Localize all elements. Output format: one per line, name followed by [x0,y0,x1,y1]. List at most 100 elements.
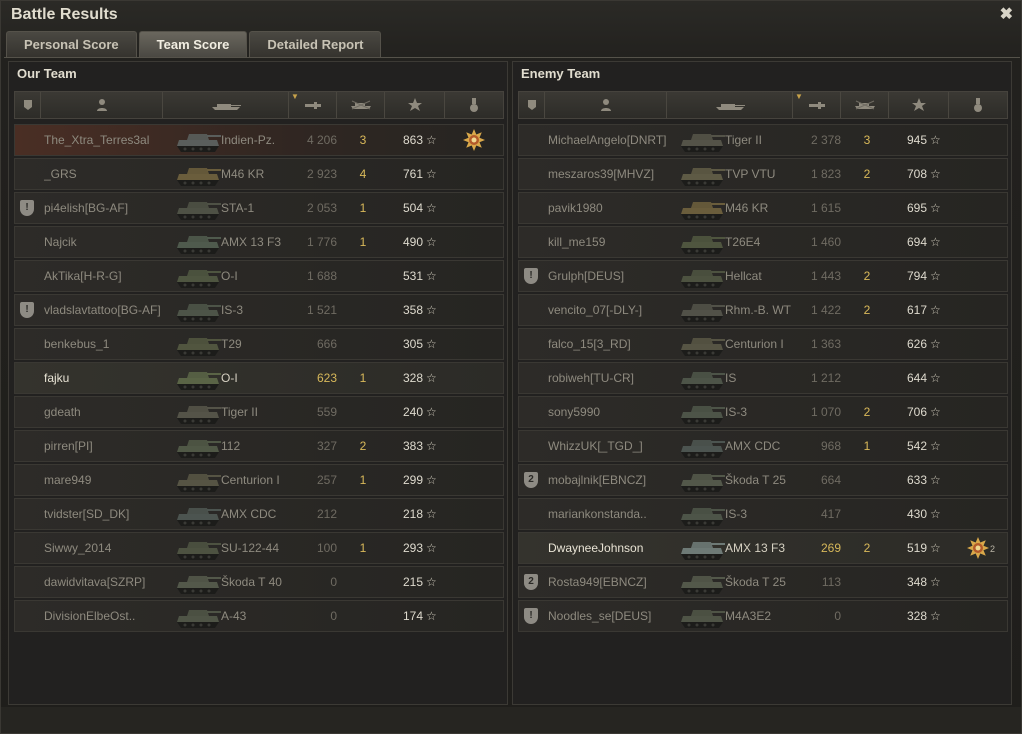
kills-value: 1 [359,473,367,487]
our-kills-column-header[interactable] [337,92,385,118]
damage-value: 327 [316,439,337,453]
xp-star-icon: ☆ [930,133,941,147]
player-row[interactable]: DivisionElbeOst.. A-43 0 174 ☆ [14,600,504,632]
xp-value: 240 [402,405,423,419]
player-name: _GRS [44,167,77,181]
player-row[interactable]: robiweh[TU-CR] IS 1 212 644 ☆ [518,362,1008,394]
xp-star-icon: ☆ [930,439,941,453]
tank-icon [677,433,727,459]
enemy-team-list: MichaelAngelo[DNRT] Tiger II 2 378 3 945 ☆ mes… [518,124,1008,634]
vehicle-name: T26E4 [725,235,761,249]
player-row[interactable]: ! Grulph[DEUS] Hellcat 1 443 2 794 ☆ [518,260,1008,292]
enemy-xp-column-header[interactable] [889,92,949,118]
damage-value: 0 [834,609,841,623]
player-name: tvidster[SD_DK] [44,507,130,521]
damage-value: 1 615 [810,201,841,215]
enemy-team-panel: Enemy Team ▼ MichaelAngelo[DNRT] Tiger II… [512,61,1012,705]
sort-caret-icon: ▼ [291,92,299,101]
player-row[interactable]: tvidster[SD_DK] AMX CDC 212 218 ☆ [14,498,504,530]
player-row[interactable]: meszaros39[MHVZ] TVP VTU 1 823 2 708 ☆ [518,158,1008,190]
vehicle-name: O-I [221,371,238,385]
clan-rank-badge-icon: 2 [524,574,538,590]
player-row[interactable]: _GRS M46 KR 2 923 4 761 ☆ [14,158,504,190]
tab-detailed-report[interactable]: Detailed Report [249,31,382,57]
damage-value: 1 443 [810,269,841,283]
player-name: The_Xtra_Terres3al [44,133,150,147]
tank-icon [677,535,727,561]
vehicle-name: Tiger II [221,405,258,419]
player-row[interactable]: kill_me159 T26E4 1 460 694 ☆ [518,226,1008,258]
player-row[interactable]: ! vladslavtattoo[BG-AF] IS-3 1 521 358 ☆ [14,294,504,326]
close-icon[interactable]: ✖ [1000,4,1013,24]
player-row[interactable]: WhizzUK[_TGD_] AMX CDC 968 1 542 ☆ [518,430,1008,462]
player-row[interactable]: sony5990 IS-3 1 070 2 706 ☆ [518,396,1008,428]
player-row[interactable]: Siwwy_2014 SU-122-44 100 1 293 ☆ [14,532,504,564]
our-team-header: ▼ [14,91,504,119]
medal-column-icon [974,98,982,112]
our-vehicle-column-header[interactable] [163,92,289,118]
player-name: Rosta949[EBNCZ] [548,575,647,589]
kills-value: 3 [359,133,367,147]
player-row[interactable]: pavik1980 M46 KR 1 615 695 ☆ [518,192,1008,224]
damage-value: 4 206 [306,133,337,147]
player-row[interactable]: fajku O-I 623 1 328 ☆ [14,362,504,394]
xp-star-icon: ☆ [426,133,437,147]
enemy-medal-column-header[interactable] [949,92,1007,118]
damage-column-icon [304,102,321,109]
xp-star-icon: ☆ [930,541,941,555]
vehicle-name: M46 KR [221,167,265,181]
tab-team-score[interactable]: Team Score [138,31,248,57]
player-row[interactable]: The_Xtra_Terres3al Indien-Pz. 4 206 3 863 ☆ [14,124,504,156]
tank-icon [173,297,223,323]
battle-results-window: Battle Results ✖ Personal Score Team Sco… [0,0,1022,734]
player-row[interactable]: DwayneeJohnson AMX 13 F3 269 2 519 ☆ 2 [518,532,1008,564]
kills-value: 2 [863,405,871,419]
player-row[interactable]: dawidvitava[SZRP] Škoda T 40 0 215 ☆ [14,566,504,598]
player-row[interactable]: AkTika[H-R-G] O-I 1 688 531 ☆ [14,260,504,292]
tank-icon [173,467,223,493]
player-row[interactable]: ! pi4elish[BG-AF] STA-1 2 053 1 504 ☆ [14,192,504,224]
damage-value: 1 688 [306,269,337,283]
enemy-badge-column-header[interactable] [519,92,545,118]
xp-value: 794 [906,269,927,283]
vehicle-name: Indien-Pz. [221,133,276,147]
tab-personal-score[interactable]: Personal Score [6,31,137,57]
player-row[interactable]: 2 Rosta949[EBNCZ] Škoda T 25 113 348 ☆ [518,566,1008,598]
our-team-title: Our Team [17,66,77,81]
player-name: pirren[PI] [44,439,93,453]
player-row[interactable]: benkebus_1 T29 666 305 ☆ [14,328,504,360]
player-row[interactable]: mariankonstanda.. IS-3 417 430 ☆ [518,498,1008,530]
player-row[interactable]: 2 mobajlnik[EBNCZ] Škoda T 25 664 633 ☆ [518,464,1008,496]
xp-value: 490 [402,235,423,249]
player-row[interactable]: vencito_07[-DLY-] Rhm.-B. WT 1 422 2 617 ☆ [518,294,1008,326]
our-xp-column-header[interactable] [385,92,445,118]
xp-star-icon: ☆ [930,575,941,589]
player-row[interactable]: mare949 Centurion I 257 1 299 ☆ [14,464,504,496]
xp-star-icon: ☆ [426,473,437,487]
player-row[interactable]: pirren[PI] 112 327 2 383 ☆ [14,430,504,462]
enemy-vehicle-column-header[interactable] [667,92,793,118]
our-medal-column-header[interactable] [445,92,503,118]
tank-icon [173,263,223,289]
player-row[interactable]: MichaelAngelo[DNRT] Tiger II 2 378 3 945 ☆ [518,124,1008,156]
player-row[interactable]: ! Noodles_se[DEUS] M4A3E2 0 328 ☆ [518,600,1008,632]
ace-tanker-medal-icon[interactable] [966,536,990,560]
xp-value: 708 [906,167,927,181]
tank-icon [677,365,727,391]
enemy-kills-column-header[interactable] [841,92,889,118]
kills-value: 2 [359,439,367,453]
xp-star-icon: ☆ [930,337,941,351]
our-player-column-header[interactable] [41,92,163,118]
player-row[interactable]: Najcik AMX 13 F3 1 776 1 490 ☆ [14,226,504,258]
vehicle-name: Centurion I [221,473,280,487]
our-badge-column-header[interactable] [15,92,41,118]
player-row[interactable]: gdeath Tiger II 559 240 ☆ [14,396,504,428]
enemy-damage-column-header[interactable]: ▼ [793,92,841,118]
player-name: AkTika[H-R-G] [44,269,122,283]
player-row[interactable]: falco_15[3_RD] Centurion I 1 363 626 ☆ [518,328,1008,360]
xp-value: 430 [906,507,927,521]
player-column-icon [600,99,611,111]
our-damage-column-header[interactable]: ▼ [289,92,337,118]
ace-tanker-medal-icon[interactable] [462,128,486,152]
enemy-player-column-header[interactable] [545,92,667,118]
